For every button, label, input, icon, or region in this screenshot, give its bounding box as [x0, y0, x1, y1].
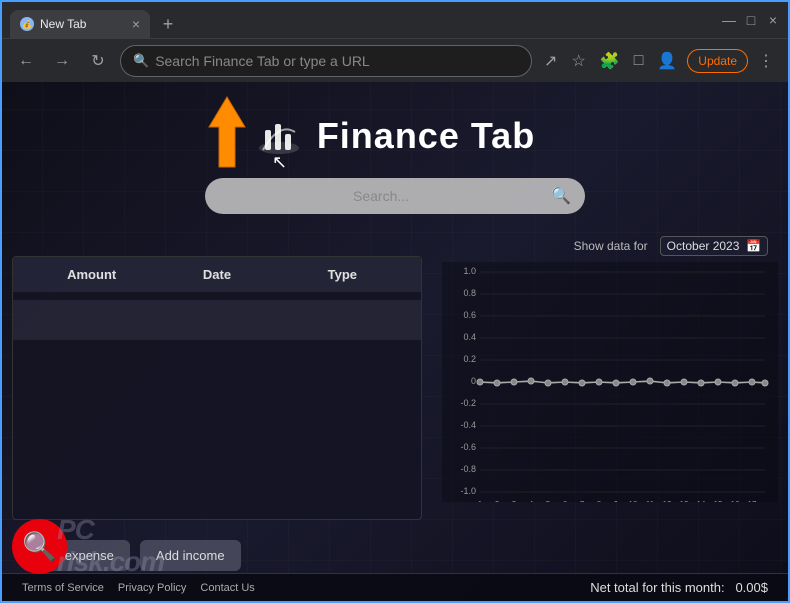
left-panel: placeholder Amount Date Type Add expense [2, 230, 432, 579]
refresh-button[interactable]: ↻ [84, 47, 112, 75]
net-total-value: 0.00$ [735, 580, 768, 595]
app-header: Finance Tab Search... 🔍 [2, 82, 788, 214]
chart-area: 1.0 0.8 0.6 0.4 0.2 0 -0.2 -0.4 -0.6 -0.… [442, 262, 778, 502]
col-type: Type [280, 267, 405, 282]
tab-close-button[interactable]: × [132, 16, 140, 32]
maximize-button[interactable]: □ [744, 13, 758, 27]
mouse-cursor: ↖ [272, 152, 287, 173]
data-table: Amount Date Type [12, 256, 422, 520]
forward-button[interactable]: → [48, 47, 76, 75]
contact-link[interactable]: Contact Us [200, 582, 254, 594]
footer-links: Terms of Service Privacy Policy Contact … [22, 582, 255, 594]
svg-text:6: 6 [563, 500, 568, 502]
col-amount: Amount [29, 267, 154, 282]
search-icon: 🔍 [133, 53, 149, 69]
svg-text:-0.8: -0.8 [460, 464, 476, 474]
browser-frame: 💰 New Tab × + — □ × ← → ↻ 🔍 Search Finan… [0, 0, 790, 603]
profile-icon[interactable]: 👤 [653, 47, 681, 75]
col-date: Date [154, 267, 279, 282]
svg-text:0.6: 0.6 [463, 310, 476, 320]
svg-text:2: 2 [495, 500, 500, 502]
tab-bar: 💰 New Tab × + [10, 2, 182, 38]
svg-text:-1.0: -1.0 [460, 486, 476, 496]
svg-text:-0.4: -0.4 [460, 420, 476, 430]
svg-text:3: 3 [512, 500, 517, 502]
svg-text:13: 13 [680, 500, 689, 502]
active-tab[interactable]: 💰 New Tab × [10, 10, 150, 38]
terms-link[interactable]: Terms of Service [22, 582, 104, 594]
date-selector[interactable]: October 2023 📅 [660, 236, 768, 256]
svg-text:10: 10 [629, 500, 638, 502]
table-header: Amount Date Type [13, 257, 421, 292]
page-content: ↖ Finance Tab Search... 🔍 [2, 82, 788, 601]
svg-text:15: 15 [714, 500, 723, 502]
page-footer: Terms of Service Privacy Policy Contact … [2, 573, 788, 601]
table-body [13, 292, 421, 352]
tab-icon: 💰 [20, 17, 34, 31]
action-buttons: Add expense Add income [12, 532, 422, 579]
svg-text:7: 7 [580, 500, 585, 502]
toolbar: ← → ↻ 🔍 Search Finance Tab or type a URL… [2, 38, 788, 82]
chart-svg: 1.0 0.8 0.6 0.4 0.2 0 -0.2 -0.4 -0.6 -0.… [442, 262, 778, 502]
table-row [13, 300, 421, 340]
svg-text:-0.2: -0.2 [460, 398, 476, 408]
extensions-icon[interactable]: 🧩 [596, 47, 624, 75]
close-button[interactable]: × [766, 13, 780, 27]
svg-text:0.8: 0.8 [463, 288, 476, 298]
svg-text:1: 1 [478, 500, 483, 502]
right-panel: Show data for October 2023 📅 1.0 0.8 0.6… [432, 230, 788, 579]
arrow-annotation [187, 92, 267, 172]
new-tab-button[interactable]: + [154, 10, 182, 38]
svg-text:17: 17 [748, 500, 757, 502]
date-value: October 2023 [667, 239, 740, 253]
svg-text:1.0: 1.0 [463, 266, 476, 276]
title-bar: 💰 New Tab × + — □ × [2, 2, 788, 38]
svg-text:4: 4 [529, 500, 534, 502]
svg-text:-0.6: -0.6 [460, 442, 476, 452]
show-data-row: Show data for October 2023 📅 [442, 230, 778, 262]
address-bar[interactable]: 🔍 Search Finance Tab or type a URL [120, 45, 532, 77]
address-input[interactable]: Search Finance Tab or type a URL [155, 53, 519, 69]
privacy-link[interactable]: Privacy Policy [118, 582, 186, 594]
main-layout: placeholder Amount Date Type Add expense [2, 230, 788, 579]
search-bar[interactable]: Search... 🔍 [205, 178, 585, 214]
share-icon[interactable]: ↗ [540, 47, 561, 75]
svg-text:16: 16 [731, 500, 740, 502]
svg-text:8: 8 [597, 500, 602, 502]
minimize-button[interactable]: — [722, 13, 736, 27]
update-button[interactable]: Update [687, 49, 748, 73]
search-submit-icon[interactable]: 🔍 [551, 186, 571, 206]
svg-text:...: ... [762, 500, 769, 502]
search-placeholder[interactable]: Search... [219, 188, 543, 204]
svg-text:0: 0 [471, 376, 476, 386]
svg-text:5: 5 [546, 500, 551, 502]
net-total: Net total for this month: 0.00$ [590, 580, 768, 595]
add-income-button[interactable]: Add income [140, 540, 241, 571]
window-controls: — □ × [722, 13, 780, 27]
svg-text:0.2: 0.2 [463, 354, 476, 364]
back-button[interactable]: ← [12, 47, 40, 75]
tab-title: New Tab [40, 17, 86, 31]
net-total-label: Net total for this month: [590, 580, 724, 595]
menu-icon[interactable]: ⋮ [754, 47, 778, 75]
svg-text:12: 12 [663, 500, 672, 502]
toolbar-actions: ↗ ☆ 🧩 □ 👤 Update ⋮ [540, 47, 778, 75]
brand-name: Finance Tab [317, 115, 535, 157]
browser-mode-icon[interactable]: □ [630, 48, 648, 74]
brand-container: Finance Tab [2, 112, 788, 160]
svg-text:0.4: 0.4 [463, 332, 476, 342]
svg-text:14: 14 [697, 500, 706, 502]
bookmark-icon[interactable]: ☆ [567, 47, 589, 75]
add-expense-button[interactable]: Add expense [22, 540, 130, 571]
search-container: Search... 🔍 [2, 178, 788, 214]
svg-text:11: 11 [646, 500, 655, 502]
show-data-label: Show data for [574, 239, 648, 253]
svg-text:9: 9 [614, 500, 619, 502]
